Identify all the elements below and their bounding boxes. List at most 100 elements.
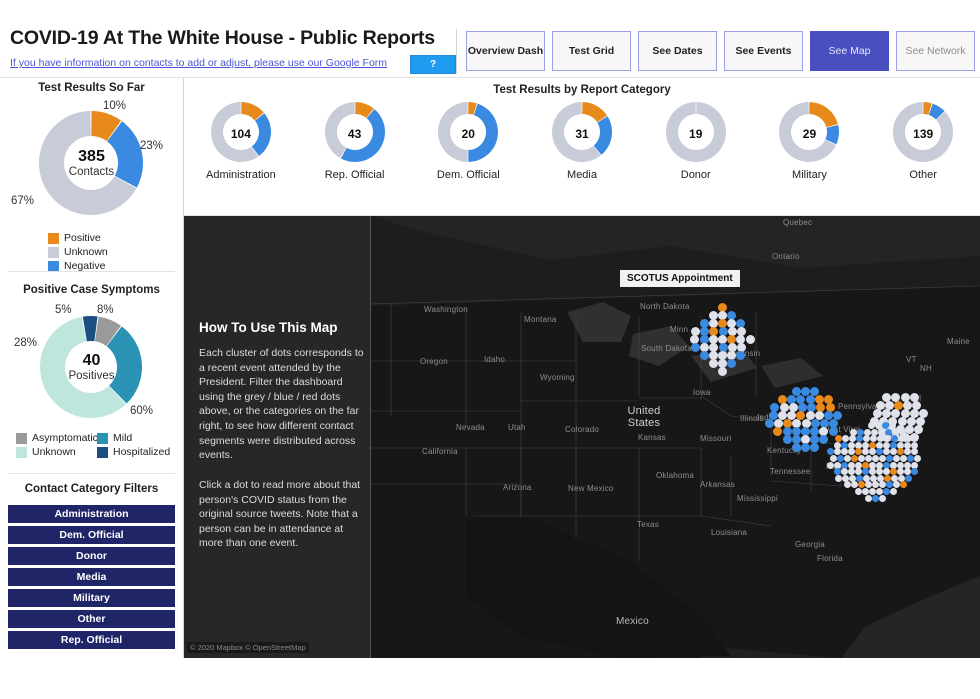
map-region-label: VT xyxy=(906,355,917,364)
contact-dot[interactable] xyxy=(889,488,897,495)
legend-swatch-icon xyxy=(97,432,108,444)
map-region-label: Maine xyxy=(947,337,970,346)
contact-dot[interactable] xyxy=(858,455,865,462)
map-region-label: Montana xyxy=(524,315,557,324)
contact-dot[interactable] xyxy=(888,422,896,429)
contact-dot[interactable] xyxy=(907,455,914,462)
contact-dot[interactable] xyxy=(879,455,886,462)
contact-dot[interactable] xyxy=(851,455,858,462)
contact-dot[interactable] xyxy=(914,455,921,462)
contact-dot[interactable] xyxy=(827,461,834,469)
tab-see-dates[interactable]: See Dates xyxy=(638,31,717,71)
contact-dot[interactable] xyxy=(854,488,862,495)
contact-dot[interactable] xyxy=(872,494,879,502)
legend-item[interactable]: Asymptomatic xyxy=(16,432,98,444)
gauge-donut: 43 xyxy=(324,101,386,163)
legend-item[interactable]: Unknown xyxy=(48,246,116,258)
contact-dot[interactable] xyxy=(830,455,837,462)
contact-dot[interactable] xyxy=(764,419,774,428)
contact-dot[interactable] xyxy=(893,455,900,462)
contact-dot[interactable] xyxy=(872,455,879,462)
contact-dot[interactable] xyxy=(910,468,918,476)
header: COVID-19 At The White House - Public Rep… xyxy=(0,0,980,78)
map-region-label: Mexico xyxy=(616,616,649,627)
filter-dem-official[interactable]: Dem. Official xyxy=(8,526,175,544)
map-region-label: NH xyxy=(920,364,932,373)
contact-dot[interactable] xyxy=(801,443,810,452)
gauge-donut: 29 xyxy=(778,101,840,163)
contact-dot[interactable] xyxy=(791,443,801,452)
howto-title: How To Use This Map xyxy=(199,320,338,335)
filter-rep-official[interactable]: Rep. Official xyxy=(8,631,175,649)
gauge-donor[interactable]: 19 Donor xyxy=(639,101,753,181)
map-region-label: North Dakota xyxy=(640,302,690,311)
contact-dot[interactable] xyxy=(691,343,700,352)
test-results-donut: 385 Contacts 10% 23% 67% xyxy=(0,100,183,223)
contact-dot[interactable] xyxy=(905,474,912,482)
map-region-label: Idaho xyxy=(484,355,506,364)
event-label-scotus-appointment[interactable]: SCOTUS Appointment xyxy=(620,270,740,287)
gauge-other[interactable]: 139 Other xyxy=(866,101,980,181)
tab-see-network[interactable]: See Network xyxy=(896,31,975,71)
tab-see-map[interactable]: See Map xyxy=(810,31,889,71)
gauge-value: 43 xyxy=(347,127,362,141)
contact-dot[interactable] xyxy=(835,474,842,482)
test-results-title: Test Results So Far xyxy=(38,82,145,94)
legend-item[interactable]: Positive xyxy=(48,232,116,244)
test-results-center: 385 Contacts xyxy=(0,148,183,179)
map-region-label: Texas xyxy=(637,520,659,529)
legend-swatch-icon xyxy=(48,260,59,272)
filter-donor[interactable]: Donor xyxy=(8,547,175,565)
gauge-value: 19 xyxy=(689,127,703,141)
contact-dot[interactable] xyxy=(881,422,889,429)
contact-dot[interactable] xyxy=(886,455,893,462)
contact-dot[interactable] xyxy=(837,455,844,462)
gauge-rep-official[interactable]: 43 Rep. Official xyxy=(298,101,412,181)
gauge-label: Rep. Official xyxy=(324,169,385,181)
contact-dot[interactable] xyxy=(868,488,876,495)
contact-dot[interactable] xyxy=(861,488,869,495)
tab-overview-dash[interactable]: Overview Dash xyxy=(466,31,545,71)
filter-media[interactable]: Media xyxy=(8,568,175,586)
map-region-label: Iowa xyxy=(693,388,711,397)
help-button[interactable]: ? xyxy=(410,55,456,74)
contact-dot[interactable] xyxy=(875,488,883,495)
legend-item[interactable]: Unknown xyxy=(16,446,97,458)
gauge-donut: 31 xyxy=(551,101,613,163)
legend-item[interactable]: Hospitalized xyxy=(97,446,178,458)
symptoms-legend: Asymptomatic Mild Unknown Hospitalized xyxy=(16,431,178,459)
contact-dot[interactable] xyxy=(865,494,872,502)
legend-label: Positive xyxy=(64,232,101,244)
filter-administration[interactable]: Administration xyxy=(8,505,175,523)
contact-dot[interactable] xyxy=(867,422,875,429)
contact-dot[interactable] xyxy=(874,422,882,429)
gauge-military[interactable]: 29 Military xyxy=(753,101,867,181)
pct-positive: 10% xyxy=(103,100,127,112)
gauge-row: 104 Administration 43 Rep. Official 20 Dem. O… xyxy=(184,101,980,181)
contact-dot[interactable] xyxy=(844,455,851,462)
contact-dot[interactable] xyxy=(782,435,792,444)
google-form-link[interactable]: If you have information on contacts to a… xyxy=(10,57,387,69)
contact-dot[interactable] xyxy=(699,351,709,360)
gauge-value: 139 xyxy=(913,127,934,141)
contact-dot[interactable] xyxy=(708,359,718,368)
gauge-dem-official[interactable]: 20 Dem. Official xyxy=(411,101,525,181)
contact-dot[interactable] xyxy=(718,367,727,376)
filter-military[interactable]: Military xyxy=(8,589,175,607)
sidebar-separator-1 xyxy=(8,271,175,272)
map-region-label: Nevada xyxy=(456,423,485,432)
gauge-administration[interactable]: 104 Administration xyxy=(184,101,298,181)
tab-see-events[interactable]: See Events xyxy=(724,31,803,71)
contact-dot[interactable] xyxy=(879,494,886,502)
contact-dot[interactable] xyxy=(900,455,907,462)
gauges-title: Test Results by Report Category xyxy=(493,84,671,96)
contact-dot[interactable] xyxy=(882,488,890,495)
filter-other[interactable]: Other xyxy=(8,610,175,628)
legend-item[interactable]: Mild xyxy=(97,432,178,444)
gauge-media[interactable]: 31 Media xyxy=(525,101,639,181)
tab-test-grid[interactable]: Test Grid xyxy=(552,31,631,71)
contact-dot[interactable] xyxy=(745,335,755,344)
map-canvas[interactable]: Quebec Ontario Washington Montana North Dako… xyxy=(371,216,980,658)
gauge-value: 104 xyxy=(230,127,251,141)
contact-dot[interactable] xyxy=(865,455,872,462)
